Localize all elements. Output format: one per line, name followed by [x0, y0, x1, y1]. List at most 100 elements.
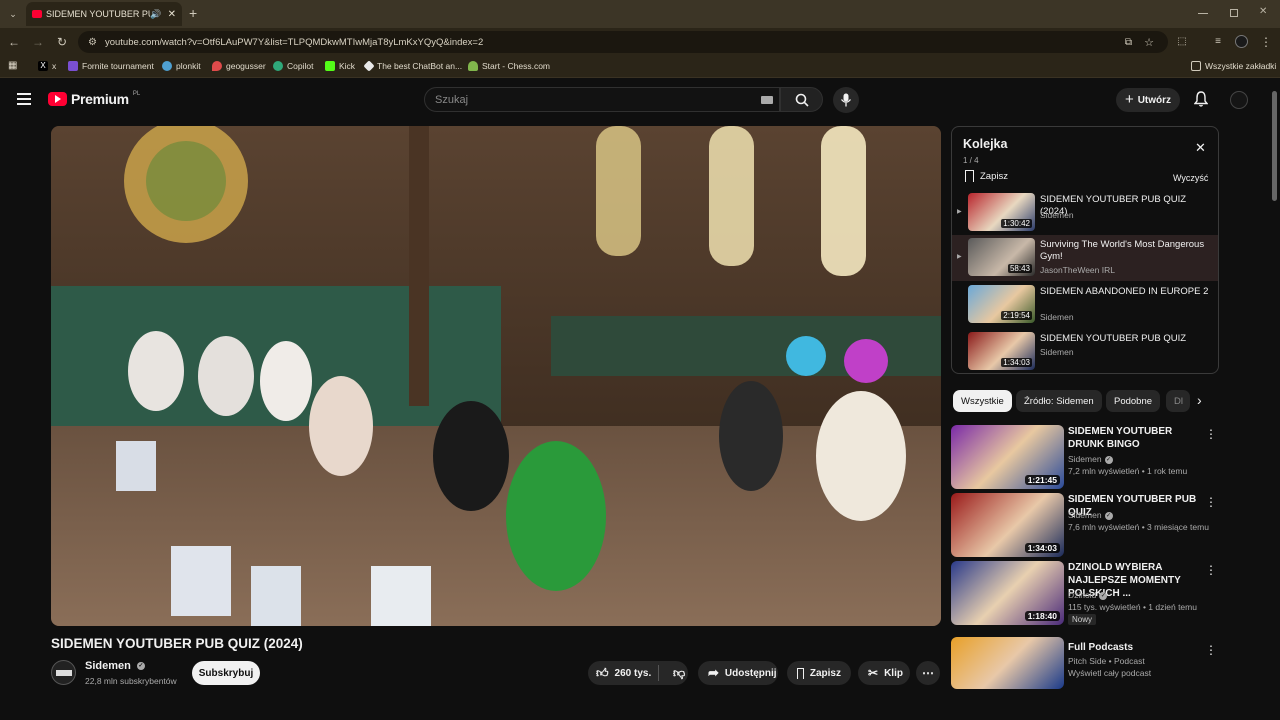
- bookmark-icon: [797, 667, 804, 679]
- recommendation-thumbnail: 1:34:03: [951, 493, 1064, 557]
- queue-item-title: SIDEMEN ABANDONED IN EUROPE 2: [1040, 286, 1209, 297]
- all-bookmarks[interactable]: Wszystkie zakładki: [1191, 61, 1276, 71]
- queue-thumbnail: 58:43: [968, 238, 1035, 276]
- queue-duration: 1:30:42: [1001, 219, 1032, 228]
- queue-item-channel: Sidemen: [1040, 347, 1074, 357]
- forward-icon[interactable]: →: [32, 36, 44, 48]
- like-divider: [658, 665, 659, 681]
- more-vert-icon[interactable]: ⋮: [1205, 495, 1217, 509]
- youtube-premium-logo[interactable]: Premium PL: [48, 91, 140, 107]
- address-bar[interactable]: ⚙ youtube.com/watch?v=Otf6LAuPW7Y&list=T…: [78, 31, 1168, 53]
- chip-more[interactable]: Dl: [1166, 390, 1190, 412]
- browser-toolbar: ← → ↻ ⚙ youtube.com/watch?v=Otf6LAuPW7Y&…: [0, 28, 1280, 56]
- video-player[interactable]: [51, 126, 941, 626]
- more-horizontal-icon: ⋯: [922, 666, 934, 680]
- like-button[interactable]: 👍︎ 260 tys.: [588, 666, 652, 681]
- x-logo-icon: X: [38, 61, 48, 71]
- recommendation-channel: Pitch Side • Podcast: [1068, 656, 1145, 666]
- channel-avatar[interactable]: [51, 660, 76, 685]
- notifications-bell-icon[interactable]: [1194, 91, 1208, 107]
- back-icon[interactable]: ←: [8, 36, 20, 48]
- create-label: Utwórz: [1137, 94, 1172, 106]
- extensions-icon[interactable]: ⬚: [1176, 36, 1188, 48]
- close-window-icon[interactable]: ✕: [1259, 6, 1267, 17]
- save-label: Zapisz: [809, 667, 841, 679]
- site-info-icon[interactable]: ⚙: [88, 37, 97, 48]
- more-vert-icon[interactable]: ⋮: [1205, 563, 1217, 577]
- recommendation-item[interactable]: 1:21:45 SIDEMEN YOUTUBER DRUNK BINGO Sid…: [951, 425, 1221, 489]
- youtube-page: Premium PL Szukaj + Utwórz SIDEMEN YOUTU…: [0, 79, 1280, 720]
- bookmark-chatbot[interactable]: The best ChatBot an...: [363, 60, 462, 72]
- verified-icon: ✓: [136, 662, 145, 671]
- reload-icon[interactable]: ↻: [56, 36, 68, 48]
- audio-playing-icon[interactable]: 🔊: [150, 9, 161, 20]
- thumbs-up-icon: 👍︎: [596, 665, 609, 680]
- recommendation-thumbnail: [951, 637, 1064, 689]
- page-scrollbar[interactable]: [1272, 91, 1277, 201]
- search-button[interactable]: [780, 87, 823, 112]
- hamburger-menu-icon[interactable]: [16, 91, 32, 107]
- clip-button[interactable]: ✂ Klip: [858, 661, 910, 685]
- bookmark-star-icon[interactable]: ☆: [1144, 36, 1154, 49]
- queue-save-button[interactable]: Zapisz: [965, 170, 1008, 182]
- apps-icon[interactable]: ▦: [8, 60, 17, 71]
- queue-item-current[interactable]: ▶ 58:43 Surviving The World's Most Dange…: [952, 235, 1218, 281]
- queue-clear-button[interactable]: Wyczyść: [1173, 173, 1208, 183]
- create-button[interactable]: + Utwórz: [1116, 88, 1180, 112]
- voice-search-button[interactable]: [833, 87, 859, 113]
- folder-icon: [1191, 61, 1201, 71]
- queue-item[interactable]: 1:34:03 SIDEMEN YOUTUBER PUB QUIZ Sideme…: [952, 329, 1218, 373]
- keyboard-icon[interactable]: [761, 96, 773, 104]
- more-actions-button[interactable]: ⋯: [916, 661, 940, 685]
- new-tab-button[interactable]: +: [189, 6, 197, 20]
- share-button[interactable]: ➦ Udostępnij: [698, 661, 778, 685]
- search-input[interactable]: Szukaj: [424, 87, 780, 112]
- bookmark-geogusser[interactable]: geogusser: [212, 61, 266, 71]
- bookmark-kick[interactable]: Kick: [325, 61, 355, 71]
- queue-item[interactable]: 2:19:54 SIDEMEN ABANDONED IN EUROPE 2 Si…: [952, 282, 1218, 328]
- reading-list-icon[interactable]: ≡: [1212, 36, 1224, 48]
- microphone-icon: [840, 93, 852, 107]
- chip-related[interactable]: Podobne: [1106, 390, 1161, 412]
- queue-item-title: Surviving The World's Most Dangerous Gym…: [1040, 239, 1205, 262]
- bookmark-copilot[interactable]: Copilot: [273, 61, 313, 71]
- bookmark-plonkit[interactable]: plonkit: [162, 61, 201, 71]
- new-badge: Nowy: [1068, 614, 1097, 625]
- dislike-button[interactable]: 👎︎: [665, 666, 685, 681]
- recommendation-meta: 7,6 mln wyświetleń • 3 miesiące temu: [1068, 522, 1209, 532]
- bookmark-chess[interactable]: Start - Chess.com: [468, 61, 550, 71]
- channel-name-text: Sidemen: [85, 660, 131, 672]
- recommendation-item[interactable]: 1:18:40 DZINOLD WYBIERA NAJLEPSZE MOMENT…: [951, 561, 1221, 625]
- chips-next-chevron-icon[interactable]: ›: [1197, 392, 1202, 408]
- tab-search-icon[interactable]: ⌄: [6, 7, 20, 21]
- search-placeholder: Szukaj: [435, 94, 469, 106]
- subscribe-button[interactable]: Subskrybuj: [192, 661, 260, 685]
- more-vert-icon[interactable]: ⋮: [1205, 643, 1217, 657]
- clip-label: Klip: [884, 667, 903, 679]
- chip-from-sidemen[interactable]: Źródło: Sidemen: [1016, 390, 1102, 412]
- queue-thumbnail: 1:30:42: [968, 193, 1035, 231]
- queue-close-icon[interactable]: ✕: [1195, 141, 1206, 154]
- browser-tab[interactable]: SIDEMEN YOUTUBER PUB QUIZ 🔊 ✕: [26, 2, 182, 26]
- browser-menu-icon[interactable]: ⋮: [1260, 36, 1272, 48]
- tab-close-icon[interactable]: ✕: [168, 9, 176, 20]
- bookmark-label: x: [52, 61, 57, 71]
- more-vert-icon[interactable]: ⋮: [1205, 427, 1217, 441]
- queue-item[interactable]: ▶ 1:30:42 SIDEMEN YOUTUBER PUB QUIZ (202…: [952, 190, 1218, 236]
- bookmark-fornite[interactable]: Fornite tournament: [68, 61, 154, 71]
- map-pin-icon: [212, 61, 222, 71]
- bookmark-x[interactable]: Xx: [38, 61, 56, 71]
- install-app-icon[interactable]: ⧉: [1125, 37, 1132, 48]
- profile-avatar[interactable]: [1235, 35, 1248, 48]
- restore-icon[interactable]: [1230, 9, 1238, 17]
- account-avatar[interactable]: [1230, 91, 1248, 109]
- recommendation-item[interactable]: 1:34:03 SIDEMEN YOUTUBER PUB QUIZ Sideme…: [951, 493, 1221, 557]
- verified-icon: ✓: [1099, 591, 1108, 600]
- bookmark-label: Kick: [339, 61, 356, 71]
- save-button[interactable]: Zapisz: [787, 661, 851, 685]
- recommendation-item[interactable]: Full Podcasts Pitch Side • Podcast Wyświ…: [951, 637, 1221, 701]
- minimize-icon[interactable]: [1198, 13, 1208, 14]
- chip-all[interactable]: Wszystkie: [953, 390, 1012, 412]
- channel-name[interactable]: Sidemen ✓: [85, 660, 145, 672]
- recommendation-duration: 1:21:45: [1024, 475, 1060, 485]
